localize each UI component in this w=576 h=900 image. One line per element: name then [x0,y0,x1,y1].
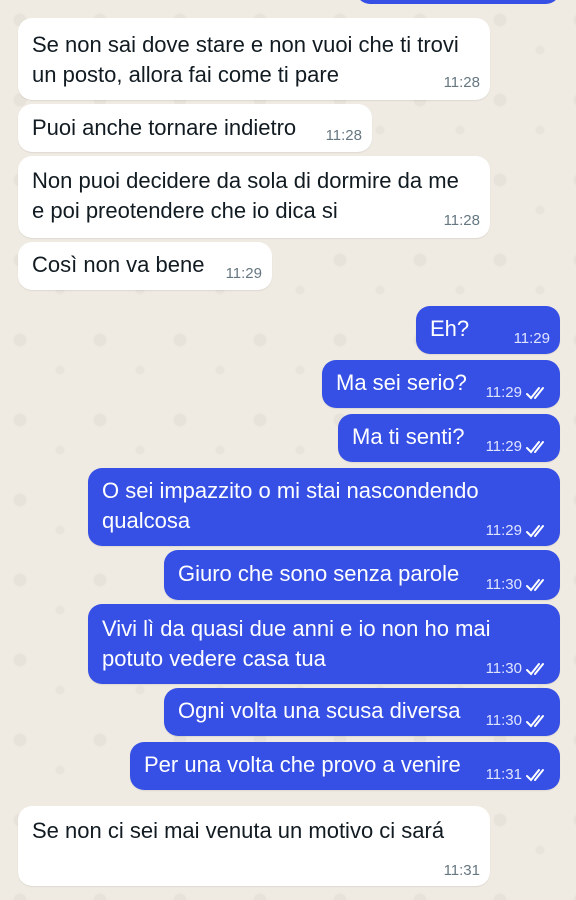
message-timestamp: 11:29 [485,522,522,539]
message-text: e poi preotendere che io dica si [32,198,338,223]
message-text: Ogni volta una scusa diversa [178,698,461,723]
message-text: Non puoi decidere da sola di dormire da … [32,168,459,193]
message-bubble-outgoing[interactable]: Ma sei serio? 11:29 [322,360,560,408]
message-text: qualcosa [102,508,191,533]
message-timestamp: 11:30 [485,576,522,593]
previous-message-edge [356,0,560,4]
message-timestamp: 11:29 [225,265,262,282]
message-text: Se non ci sei mai venuta un motivo ci sa… [32,818,445,843]
message-timestamp: 11:28 [443,212,480,229]
message-text: potuto vedere casa tua [102,646,326,671]
message-timestamp: 11:31 [443,862,480,879]
message-timestamp: 11:30 [485,712,522,729]
double-check-icon [526,715,544,728]
message-text: un posto, allora fai come ti pare [32,62,339,87]
message-bubble-incoming[interactable]: Se non ci sei mai venuta un motivo ci sa… [18,806,490,886]
message-bubble-incoming[interactable]: Se non sai dove stare e non vuoi che ti … [18,18,490,100]
message-bubble-incoming[interactable]: Puoi anche tornare indietro 11:28 [18,104,372,152]
message-timestamp: 11:28 [443,74,480,91]
message-bubble-outgoing[interactable]: Ogni volta una scusa diversa 11:30 [164,688,560,736]
message-timestamp: 11:31 [485,766,522,783]
message-text: Se non sai dove stare e non vuoi che ti … [32,32,459,57]
message-timestamp: 11:29 [485,438,522,455]
message-bubble-outgoing[interactable]: Vivi lì da quasi due anni e io non ho ma… [88,604,560,684]
message-bubble-outgoing[interactable]: Per una volta che provo a venire 11:31 [130,742,560,790]
message-text: Puoi anche tornare indietro [32,115,297,140]
double-check-icon [526,441,544,454]
message-timestamp: 11:28 [325,127,362,144]
message-bubble-outgoing[interactable]: O sei impazzito o mi stai nascondendo qu… [88,468,560,546]
double-check-icon [526,663,544,676]
message-bubble-outgoing[interactable]: Ma ti senti? 11:29 [338,414,560,462]
message-timestamp: 11:29 [485,384,522,401]
double-check-icon [526,525,544,538]
message-text: Per una volta che provo a venire [144,752,461,777]
message-text: Vivi lì da quasi due anni e io non ho ma… [102,616,491,641]
message-bubble-outgoing[interactable]: Eh? 11:29 [416,306,560,354]
message-timestamp: 11:29 [513,330,550,347]
double-check-icon [526,387,544,400]
message-bubble-outgoing[interactable]: Giuro che sono senza parole 11:30 [164,550,560,600]
message-bubble-incoming[interactable]: Così non va bene 11:29 [18,242,272,290]
message-text: Giuro che sono senza parole [178,561,460,586]
message-text: Eh? [430,316,470,341]
message-timestamp: 11:30 [485,660,522,677]
double-check-icon [526,579,544,592]
message-text: O sei impazzito o mi stai nascondendo [102,478,479,503]
message-text: Ma ti senti? [352,424,465,449]
double-check-icon [526,769,544,782]
message-bubble-incoming[interactable]: Non puoi decidere da sola di dormire da … [18,156,490,238]
message-text: Ma sei serio? [336,370,467,395]
message-text: Così non va bene [32,252,205,277]
